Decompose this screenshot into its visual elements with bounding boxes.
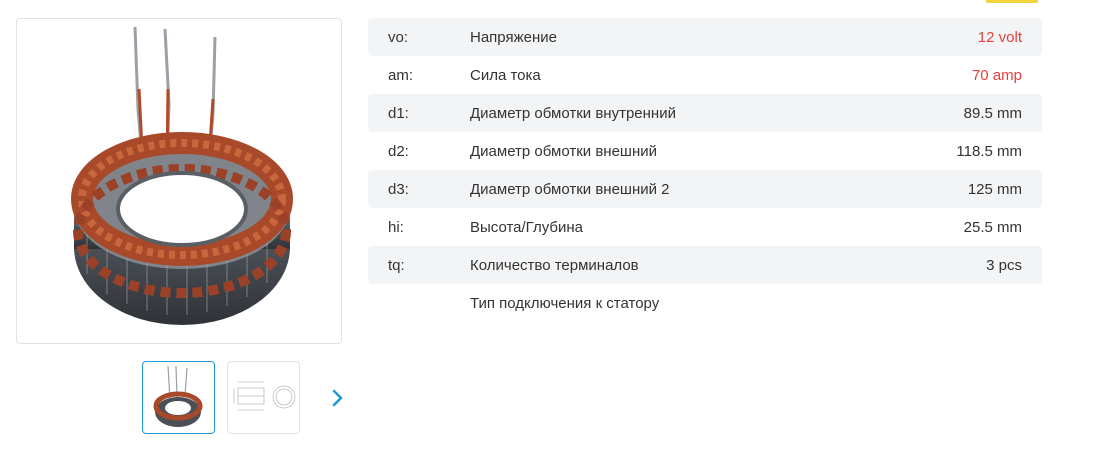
spec-code: am: xyxy=(388,66,414,84)
spec-label: Количество терминалов xyxy=(470,256,639,274)
main-product-image[interactable] xyxy=(16,18,342,344)
specs-table: vo: Напряжение 12 volt am: Сила тока 70 … xyxy=(368,18,1042,322)
spec-label: Напряжение xyxy=(470,28,557,46)
spec-value: 3 pcs xyxy=(986,256,1022,274)
top-accent-bar xyxy=(986,0,1038,3)
spec-row-connection-type: Тип подключения к статору xyxy=(368,284,1042,322)
spec-row-current: am: Сила тока 70 amp xyxy=(368,56,1042,94)
spec-code: tq: xyxy=(388,256,405,274)
spec-row-d3: d3: Диаметр обмотки внешний 2 125 mm xyxy=(368,170,1042,208)
stator-thumbnail-image xyxy=(153,365,203,427)
spec-label: Сила тока xyxy=(470,66,541,84)
thumbnail-dimension-drawing[interactable] xyxy=(227,361,300,434)
spec-value: 70 amp xyxy=(971,66,1022,84)
spec-row-terminals: tq: Количество терминалов 3 pcs xyxy=(368,246,1042,284)
spec-label: Тип подключения к статору xyxy=(470,294,660,312)
spec-row-voltage: vo: Напряжение 12 volt xyxy=(368,18,1042,56)
spec-row-d2: d2: Диаметр обмотки внешний 118.5 mm xyxy=(368,132,1042,170)
spec-row-height: hi: Высота/Глубина 25.5 mm xyxy=(368,208,1042,246)
spec-code: d3: xyxy=(388,180,409,198)
spec-code: d1: xyxy=(388,104,409,122)
spec-code: vo: xyxy=(388,28,409,46)
spec-value: 12 volt xyxy=(977,28,1022,46)
spec-value: 25.5 mm xyxy=(963,218,1022,236)
spec-code: hi: xyxy=(388,218,404,236)
spec-value: 89.5 mm xyxy=(963,104,1022,122)
chevron-right-icon xyxy=(332,389,343,407)
thumbnail-stator-photo[interactable] xyxy=(142,361,215,434)
spec-row-d1: d1: Диаметр обмотки внутренний 89.5 mm xyxy=(368,94,1042,132)
spec-label: Высота/Глубина xyxy=(470,218,583,236)
spec-label: Диаметр обмотки внутренний xyxy=(470,104,676,122)
drawing-thumbnail-image xyxy=(233,381,296,411)
stator-image xyxy=(71,26,293,325)
spec-value: 118.5 mm xyxy=(956,142,1022,160)
spec-label: Диаметр обмотки внешний xyxy=(470,142,657,160)
spec-code: d2: xyxy=(388,142,409,160)
spec-value: 125 mm xyxy=(967,180,1022,198)
gallery-next-button[interactable] xyxy=(326,384,350,412)
spec-label: Диаметр обмотки внешний 2 xyxy=(470,180,670,198)
